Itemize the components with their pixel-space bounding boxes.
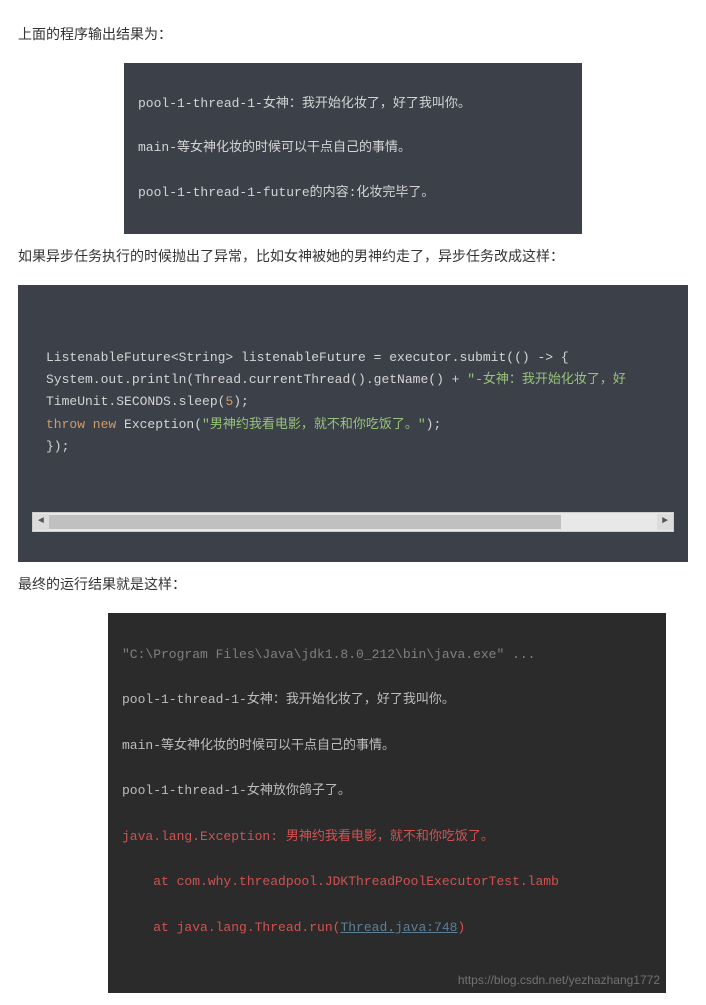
console-line: "C:\Program Files\Java\jdk1.8.0_212\bin\… <box>122 644 652 667</box>
code-line: TimeUnit.SECONDS.sleep(5); <box>46 391 660 413</box>
output-line: pool-1-thread-1-future的内容:化妆完毕了。 <box>138 182 568 204</box>
code-line: ListenableFuture<String> listenableFutur… <box>46 347 660 369</box>
paragraph-intro-2: 如果异步任务执行的时候抛出了异常，比如女神被她的男神约走了，异步任务改成这样： <box>18 244 688 269</box>
stacktrace-link[interactable]: Thread.java:748 <box>340 920 457 935</box>
console-line: main-等女神化妆的时候可以干点自己的事情。 <box>122 735 652 758</box>
console-line: pool-1-thread-1-女神：我开始化妆了，好了我叫你。 <box>122 689 652 712</box>
output-block-1: pool-1-thread-1-女神：我开始化妆了，好了我叫你。 main-等女… <box>124 63 582 234</box>
console-line-error: java.lang.Exception: 男神约我看电影，就不和你吃饭了。 <box>122 826 652 849</box>
code-block-wrap: ListenableFuture<String> listenableFutur… <box>18 285 688 562</box>
output-line: main-等女神化妆的时候可以干点自己的事情。 <box>138 137 568 159</box>
code-line: }); <box>46 436 660 458</box>
console-line: pool-1-thread-1-女神放你鸽子了。 <box>122 780 652 803</box>
code-line: System.out.println(Thread.currentThread(… <box>46 369 660 391</box>
scroll-right-arrow-icon[interactable]: ► <box>657 514 673 530</box>
code-block-2: ListenableFuture<String> listenableFutur… <box>32 337 674 467</box>
output-line: pool-1-thread-1-女神：我开始化妆了，好了我叫你。 <box>138 93 568 115</box>
scroll-left-arrow-icon[interactable]: ◄ <box>33 514 49 530</box>
paragraph-intro-3: 最终的运行结果就是这样： <box>18 572 688 597</box>
paragraph-intro-1: 上面的程序输出结果为： <box>18 22 688 47</box>
console-line-error: at com.why.threadpool.JDKThreadPoolExecu… <box>122 871 652 894</box>
console-line-error: at java.lang.Thread.run(Thread.java:748) <box>122 917 652 940</box>
code-line: throw new Exception("男神约我看电影，就不和你吃饭了。"); <box>46 414 660 436</box>
scroll-thumb[interactable] <box>49 515 561 529</box>
console-output-block: "C:\Program Files\Java\jdk1.8.0_212\bin\… <box>108 613 666 993</box>
watermark-text: https://blog.csdn.net/yezhazhang1772 <box>458 970 660 991</box>
horizontal-scrollbar[interactable]: ◄ ► <box>32 512 674 532</box>
